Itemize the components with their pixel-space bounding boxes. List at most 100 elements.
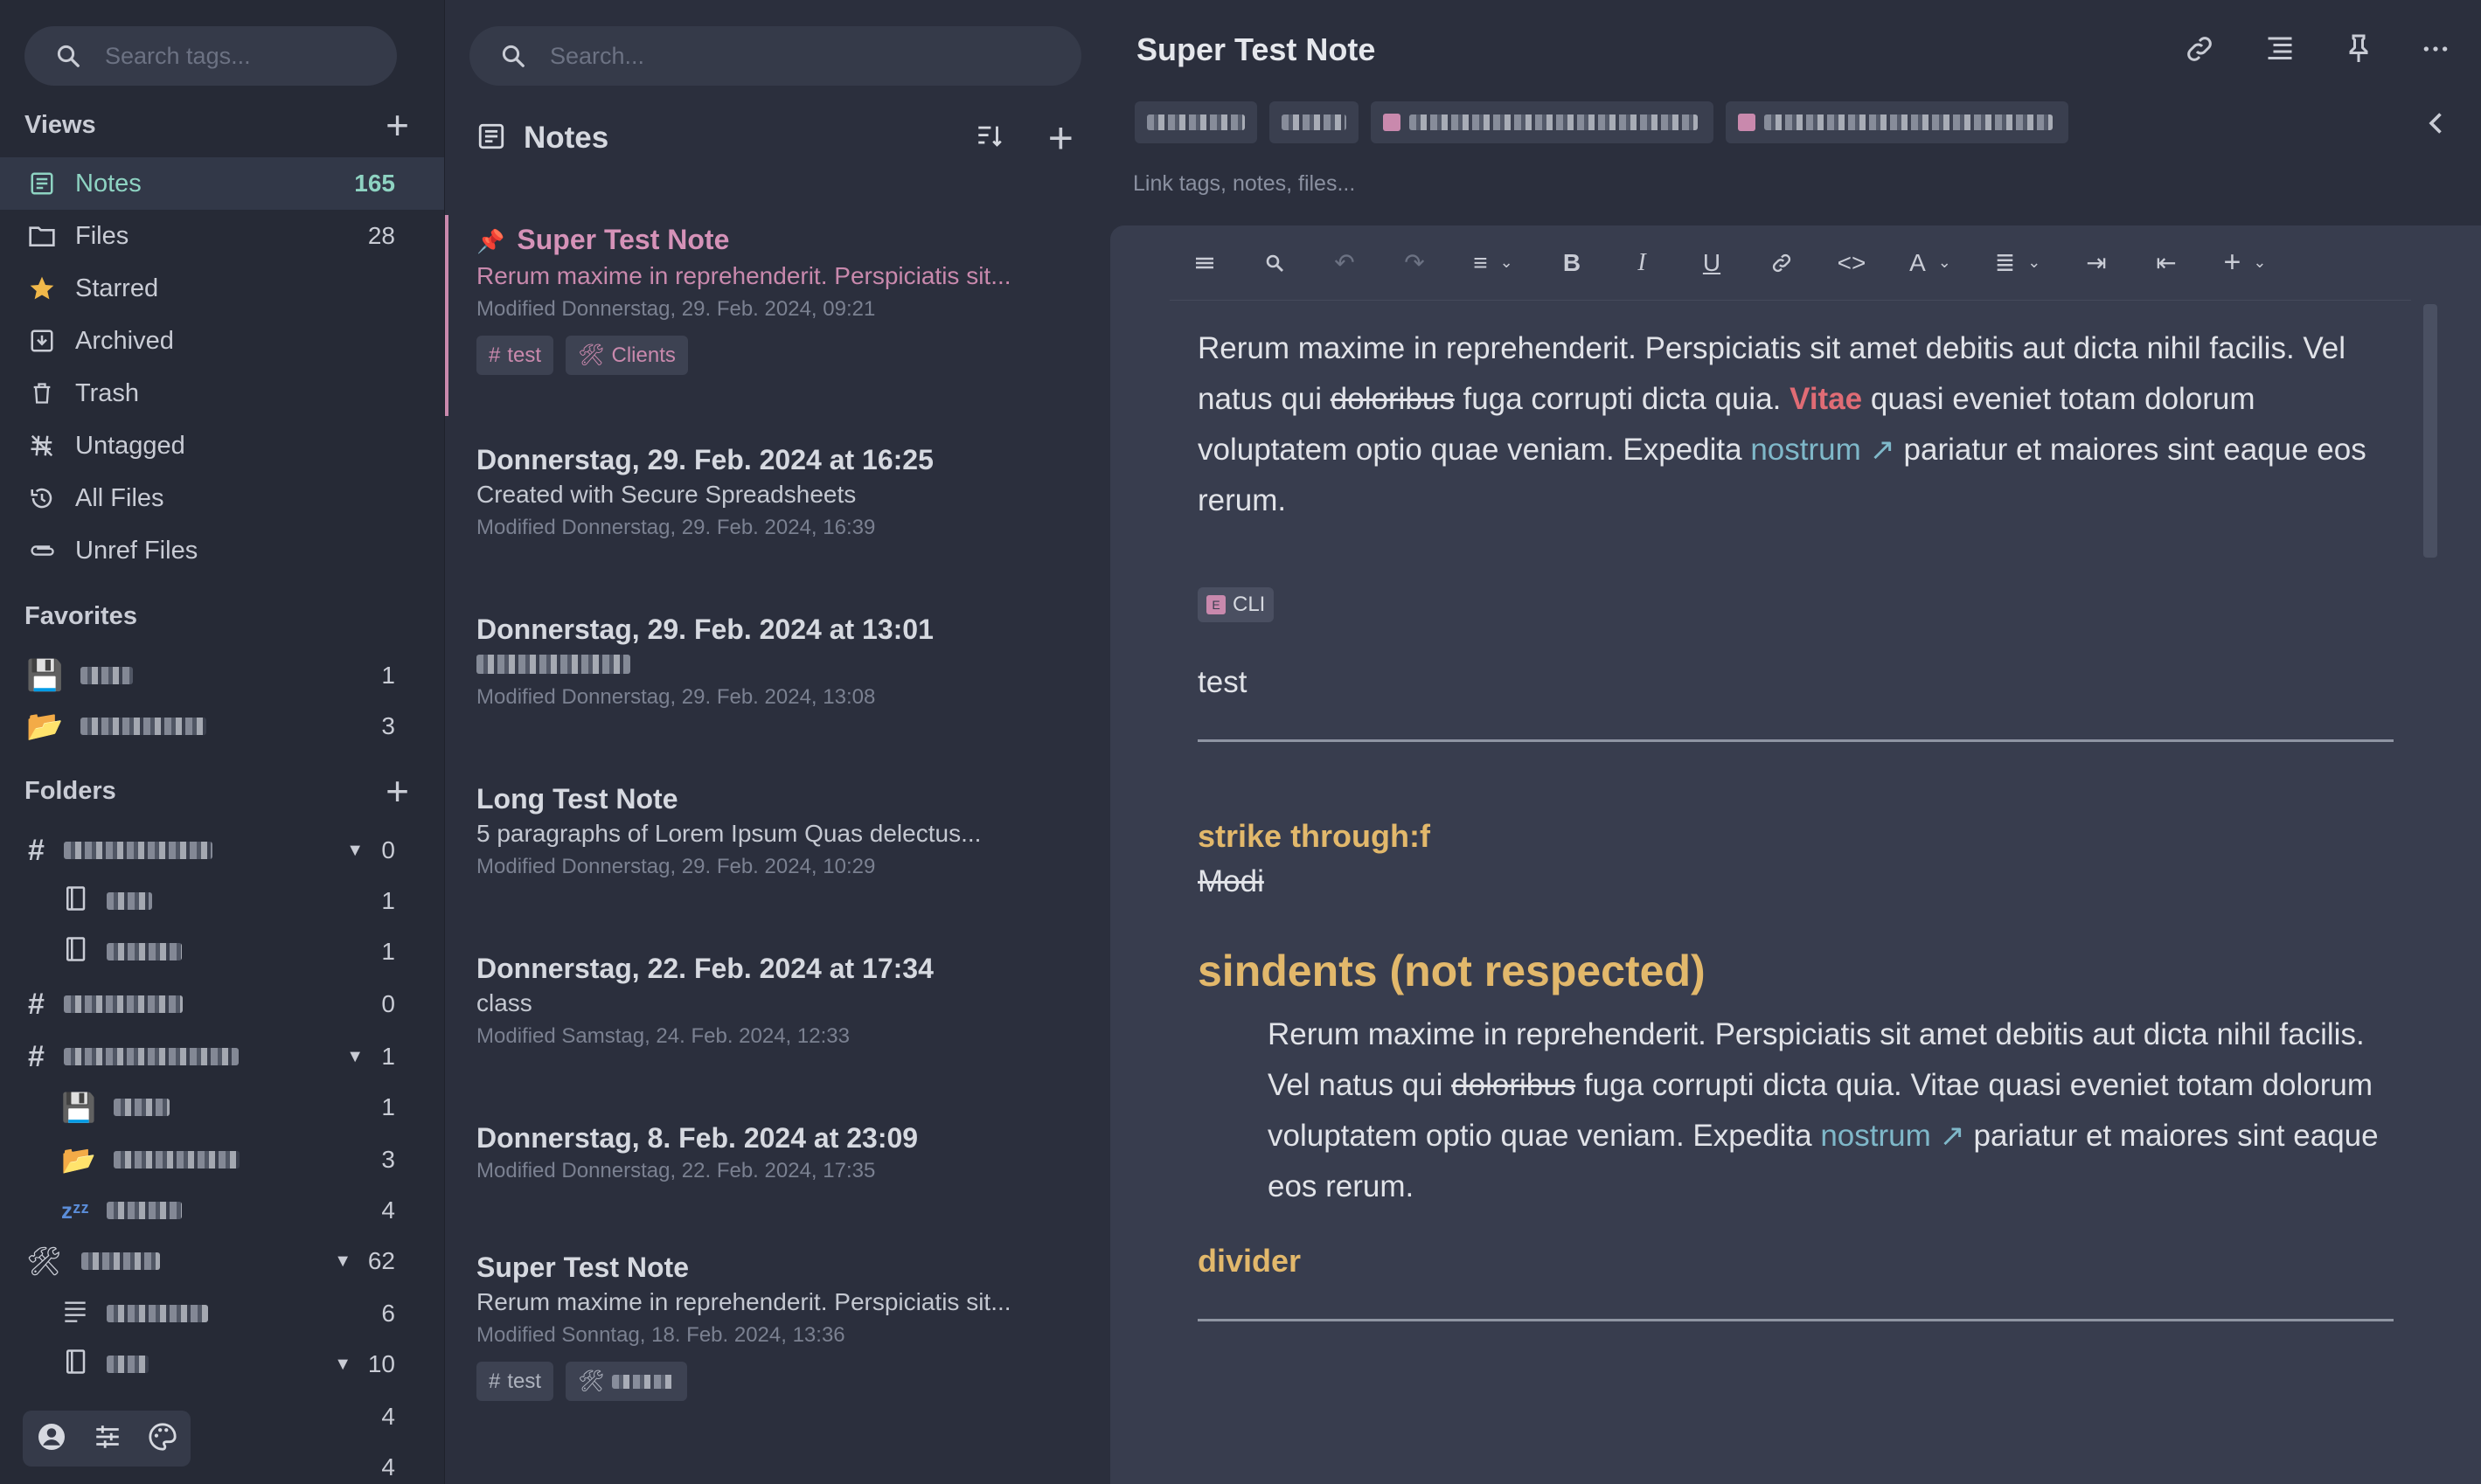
notebook-icon [63,936,87,968]
tag-chip[interactable]: 🛠 Clients [566,336,688,375]
insert-dropdown[interactable]: + ⌄ [2201,225,2289,301]
add-folder-icon[interactable]: + [386,771,409,811]
folder-item[interactable]: ▼ 10 [0,1339,444,1390]
folder-item[interactable]: 1 [0,926,444,977]
outdent-icon[interactable]: ⇤ [2131,225,2201,301]
hyperlink[interactable]: nostrum ↗ [1750,433,1894,467]
note-meta: Modified Donnerstag, 29. Feb. 2024, 13:0… [476,685,876,709]
chevron-down-icon: ⌄ [1499,253,1513,271]
settings-sliders-icon[interactable] [93,1422,122,1456]
view-notes[interactable]: Notes 165 [0,157,444,210]
add-note-icon[interactable]: + [1048,116,1074,160]
view-all-files[interactable]: All Files [0,472,444,524]
note-list-item[interactable]: Donnerstag, 29. Feb. 2024 at 16:25 Creat… [445,442,1108,544]
align-dropdown[interactable]: ≣ ⌄ [1974,225,2061,301]
editor-scrollbar[interactable] [2423,304,2437,558]
view-untagged[interactable]: Untagged [0,420,444,472]
note-search-input[interactable] [550,42,978,70]
italic-icon[interactable]: I [1607,225,1677,301]
folder-item[interactable]: # ▼ 1 [0,1031,444,1082]
folder-icon [26,224,58,248]
chevron-down-icon: ⌄ [1937,253,1951,271]
text-color-dropdown[interactable]: A ⌄ [1887,225,1974,301]
sort-icon[interactable] [975,121,1004,156]
view-label: Archived [75,326,174,355]
indent-icon[interactable]: ⇥ [2061,225,2131,301]
note-list-item[interactable]: Super Test Note Rerum maxime in reprehen… [445,1250,1108,1401]
code-icon[interactable]: <> [1817,225,1887,301]
link-input-hint[interactable]: Link tags, notes, files... [1133,171,1355,197]
tag-chip[interactable]: # test [476,1362,554,1401]
chevron-left-icon[interactable] [2425,110,2448,141]
chevron-down-icon: ⌄ [2253,253,2267,271]
redo-icon[interactable]: ↷ [1379,225,1449,301]
notes-list-pane: Notes + 📌 Super Test Note Rerum maxime in… [444,0,1108,1484]
note-list-item[interactable]: Long Test Note 5 paragraphs of Lorem Ips… [445,781,1108,883]
folder-item[interactable]: 6 [0,1288,444,1339]
folder-item[interactable]: 🛠 ▼ 62 [0,1236,444,1286]
account-icon[interactable] [36,1421,67,1457]
tag-chip[interactable]: 🛠 [566,1362,687,1401]
folder-item[interactable]: # ▼ 0 [0,825,444,876]
caret-down-icon[interactable]: ▼ [346,1047,364,1067]
linked-chip[interactable] [1135,101,1257,143]
font-color-icon: A [1909,248,1926,276]
favorite-item[interactable]: 📂 3 [0,701,444,752]
hash-icon: # [28,833,45,867]
tag-search-box[interactable] [24,26,397,86]
note-meta: Modified Sonntag, 18. Feb. 2024, 13:36 [476,1323,845,1347]
note-list-item[interactable]: 📌 Super Test Note Rerum maxime in reprehe… [445,215,1108,416]
format-toolbar: ↶ ↷ ≡ ⌄ B I U <> A ⌄ ≣ ⌄ ⇥ ⇤ + ⌄ [1170,225,2411,301]
palette-icon[interactable] [148,1422,177,1456]
paragraph-style-dropdown[interactable]: ≡ ⌄ [1449,225,1537,301]
linked-chip[interactable] [1269,101,1359,143]
folder-count: 3 [381,1146,395,1173]
note-list-item[interactable]: Donnerstag, 22. Feb. 2024 at 17:34 class… [445,951,1108,1052]
note-list-item[interactable]: Donnerstag, 29. Feb. 2024 at 13:01 Modif… [445,612,1108,713]
favorite-item[interactable]: 💾 1 [0,650,444,701]
view-trash[interactable]: Trash [0,367,444,420]
view-starred[interactable]: Starred [0,262,444,315]
undo-icon[interactable]: ↶ [1310,225,1379,301]
find-icon[interactable] [1240,225,1310,301]
folder-item[interactable]: 📂 3 [0,1134,444,1185]
tag-chip[interactable]: # test [476,336,554,375]
tag-search-input[interactable] [105,42,366,70]
more-options-icon[interactable] [2422,33,2450,69]
folder-open-icon: 📂 [26,710,64,743]
linked-note-chip[interactable] [1371,101,1713,143]
note-title-heading[interactable]: Super Test Note [1136,31,1375,68]
add-view-icon[interactable]: + [386,105,409,145]
editor-content[interactable]: Rerum maxime in reprehenderit. Perspicia… [1198,323,2394,1321]
caret-down-icon[interactable]: ▼ [334,1252,351,1272]
caret-down-icon[interactable]: ▼ [346,841,364,861]
link-icon[interactable] [1747,225,1817,301]
outline-icon[interactable] [2264,33,2296,69]
toolbar-toggle-icon[interactable] [1170,225,1240,301]
folder-item[interactable]: # 0 [0,979,444,1030]
folder-item[interactable]: 1 [0,876,444,926]
link-icon[interactable] [2184,33,2215,69]
bold-icon[interactable]: B [1537,225,1607,301]
note-search-box[interactable] [469,26,1081,86]
view-unref-files[interactable]: Unref Files [0,524,444,577]
embedded-note-chip[interactable]: E CLI [1198,587,1275,622]
note-title: Super Test Note [517,224,730,255]
chevron-down-icon: ⌄ [2027,253,2041,271]
pin-icon[interactable] [2345,33,2373,69]
favorites-heading: Favorites [24,601,137,630]
folder-label-redacted [113,1099,170,1116]
hyperlink[interactable]: nostrum ↗ [1820,1119,1964,1153]
caret-down-icon[interactable]: ▼ [334,1355,351,1375]
chip-label-redacted [1147,114,1245,130]
view-files[interactable]: Files 28 [0,210,444,262]
underline-icon[interactable]: U [1677,225,1747,301]
folder-item[interactable]: zᶻᶻ 4 [0,1185,444,1236]
linked-note-chip[interactable] [1726,101,2068,143]
folder-item[interactable]: 💾 1 [0,1082,444,1133]
folder-open-icon: 📂 [61,1144,96,1175]
view-archived[interactable]: Archived [0,315,444,367]
note-list-item[interactable]: Donnerstag, 8. Feb. 2024 at 23:09 Modifi… [445,1120,1108,1187]
view-label: All Files [75,483,164,512]
tag-label: test [507,1369,542,1393]
